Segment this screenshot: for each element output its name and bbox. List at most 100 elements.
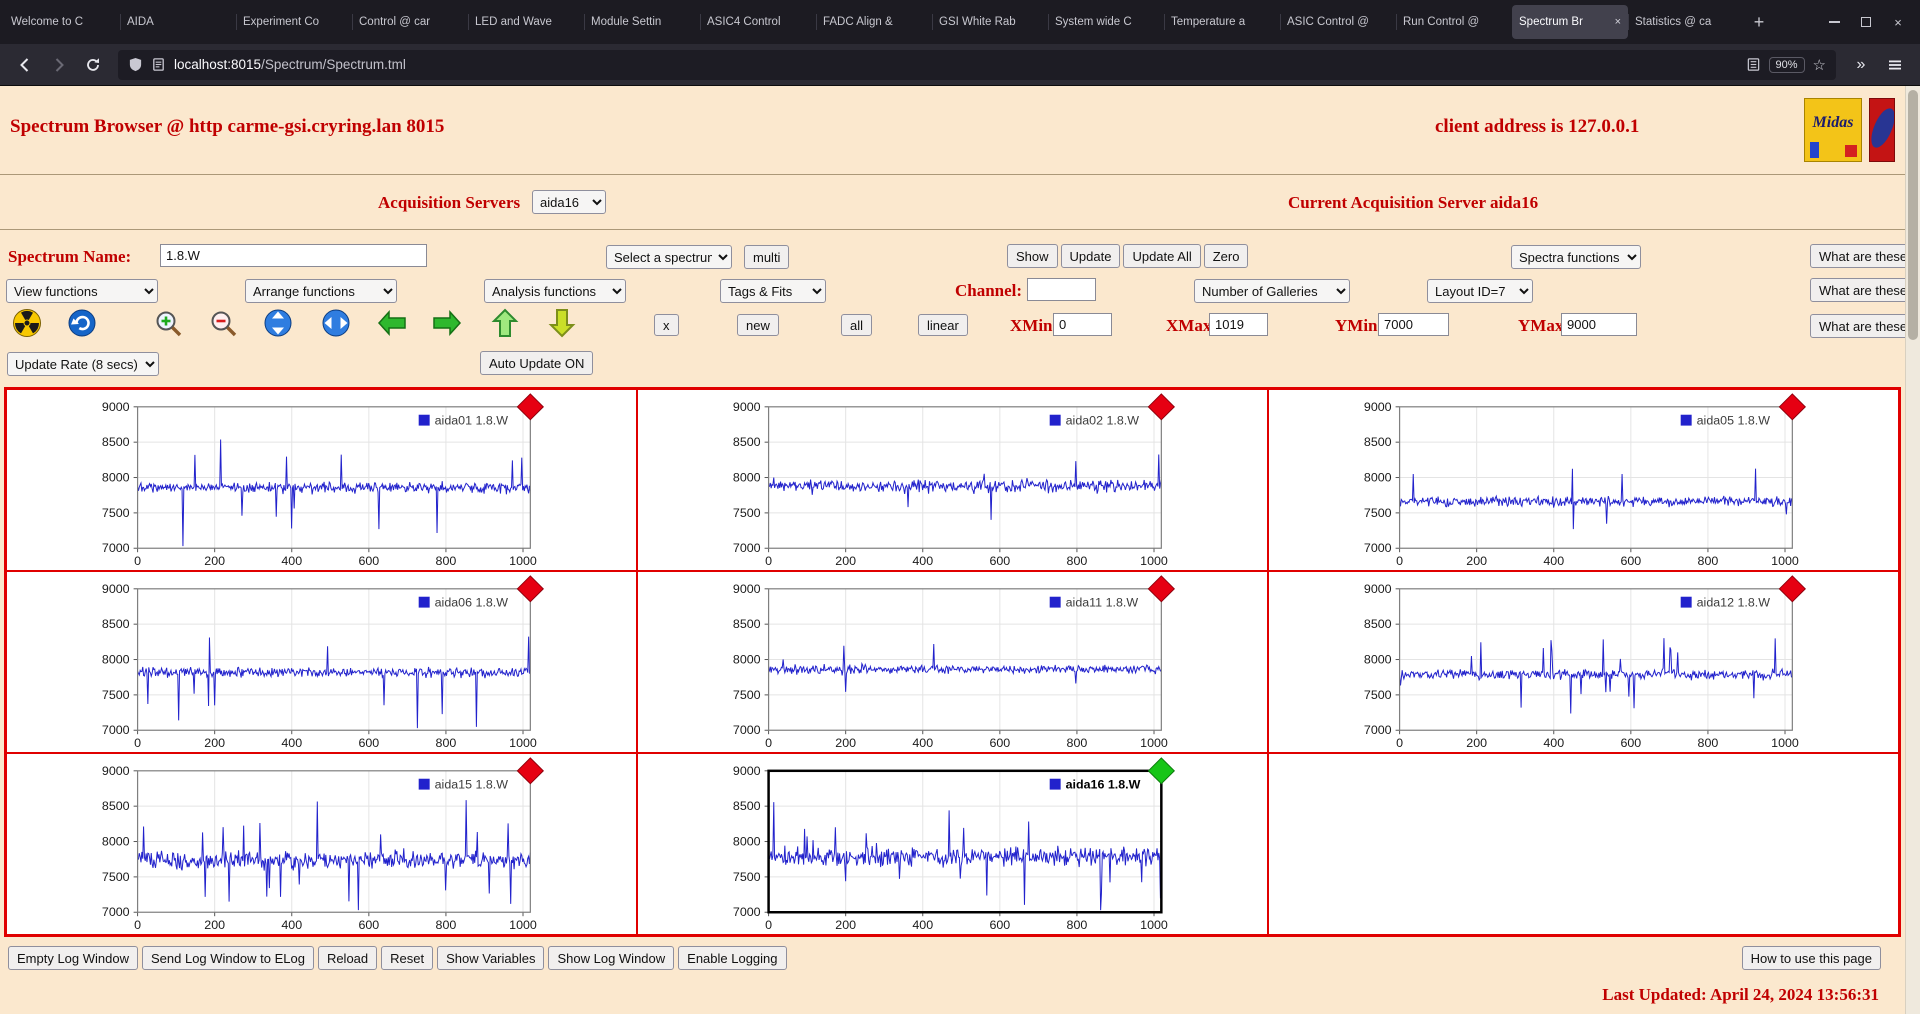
shield-icon[interactable] (128, 57, 143, 72)
tab-close-icon[interactable]: × (1615, 16, 1621, 28)
vertical-scrollbar[interactable] (1905, 86, 1920, 1014)
spectrum-chart-aida01[interactable]: 7000 7500 8000 8500 9000 0 200 400 600 800 1000 aid… (6, 389, 637, 571)
what-are-these-button-1[interactable]: What are these? (1810, 244, 1920, 268)
tags-fits-dropdown[interactable]: Tags & Fits (720, 279, 826, 303)
browser-tab-system-wide-c[interactable]: System wide C (1048, 5, 1164, 39)
ymin-input[interactable] (1378, 313, 1449, 336)
unzoom-y-icon[interactable] (263, 308, 293, 338)
last-updated-text: Last Updated: April 24, 2024 13:56:31 (1602, 985, 1879, 1004)
show-log-window-button[interactable]: Show Log Window (548, 946, 675, 970)
number-of-galleries-dropdown[interactable]: Number of Galleries (1194, 279, 1350, 303)
browser-tab-gsi-white-rab[interactable]: GSI White Rab (932, 5, 1048, 39)
shift-right-icon[interactable] (432, 308, 462, 338)
browser-tab-temperature-a[interactable]: Temperature a (1164, 5, 1280, 39)
show-button[interactable]: Show (1007, 244, 1058, 268)
arrange-functions-dropdown[interactable]: Arrange functions (245, 279, 397, 303)
zero-button[interactable]: Zero (1203, 244, 1249, 268)
x-tick-label: 400 (912, 918, 933, 932)
xmax-input[interactable] (1209, 313, 1268, 336)
browser-tab-module-settin[interactable]: Module Settin (584, 5, 700, 39)
spectrum-name-input[interactable] (160, 244, 427, 267)
close-icon: × (1894, 14, 1902, 30)
expand-y-icon[interactable] (490, 308, 520, 338)
what-are-these-button-2[interactable]: What are these? (1810, 278, 1920, 302)
how-to-use-button[interactable]: How to use this page (1741, 946, 1881, 970)
browser-tab-welcome-to-c[interactable]: Welcome to C (4, 5, 120, 39)
browser-tab-aida[interactable]: AIDA (120, 5, 236, 39)
empty-log-window-button[interactable]: Empty Log Window (8, 946, 138, 970)
overflow-menu-button[interactable]: » (1846, 50, 1876, 80)
spectrum-chart-aida06[interactable]: 7000 7500 8000 8500 9000 0 200 400 600 800 1000 aid… (6, 571, 637, 753)
spectra-functions-dropdown[interactable]: Spectra functions (1511, 245, 1641, 269)
close-button[interactable]: × (1882, 7, 1914, 37)
forward-button[interactable] (44, 50, 74, 80)
browser-tab-led-and-wave[interactable]: LED and Wave (468, 5, 584, 39)
browser-tab-control-car[interactable]: Control @ car (352, 5, 468, 39)
status-diamond-icon[interactable] (516, 393, 544, 421)
new-button[interactable]: new (737, 314, 779, 336)
bookmark-star-icon[interactable]: ☆ (1813, 56, 1826, 74)
browser-tab-fadc-align[interactable]: FADC Align & (816, 5, 932, 39)
status-diamond-icon[interactable] (1147, 757, 1175, 785)
spectrum-chart-aida02[interactable]: 7000 7500 8000 8500 9000 0 200 400 600 800 1000 aid… (637, 389, 1268, 571)
what-are-these-button-3[interactable]: What are these? (1810, 314, 1920, 338)
browser-tab-spectrum-br[interactable]: Spectrum Br × (1512, 5, 1628, 39)
reload-button[interactable]: Reload (317, 946, 378, 970)
send-log-window-to-elog-button[interactable]: Send Log Window to ELog (142, 946, 314, 970)
ymax-input[interactable] (1561, 313, 1637, 336)
zoom-level-badge[interactable]: 90% (1768, 56, 1805, 73)
spectrum-chart-aida12[interactable]: 7000 7500 8000 8500 9000 0 200 400 600 800 1000 aid… (1268, 571, 1899, 753)
update-all-button[interactable]: Update All (1123, 244, 1201, 268)
channel-input[interactable] (1027, 278, 1096, 301)
browser-tab-statistics-ca[interactable]: Statistics @ ca (1628, 5, 1744, 39)
zoom-in-icon[interactable] (153, 308, 183, 338)
show-variables-button[interactable]: Show Variables (437, 946, 545, 970)
status-diamond-icon[interactable] (516, 757, 544, 785)
view-functions-dropdown[interactable]: View functions (6, 279, 158, 303)
update-button[interactable]: Update (1060, 244, 1121, 268)
xmin-input[interactable] (1053, 313, 1112, 336)
reader-mode-icon[interactable] (1746, 57, 1761, 72)
compress-y-icon[interactable] (547, 308, 577, 338)
zoom-out-icon[interactable] (208, 308, 238, 338)
all-button[interactable]: all (841, 314, 873, 336)
spectrum-chart-aida15[interactable]: 7000 7500 8000 8500 9000 0 200 400 600 800 1000 aid… (6, 753, 637, 935)
minimize-button[interactable] (1818, 7, 1850, 37)
scrollbar-thumb[interactable] (1908, 90, 1918, 340)
update-rate-dropdown[interactable]: Update Rate (8 secs) (7, 352, 159, 376)
multi-button[interactable]: multi (744, 245, 790, 269)
shift-left-icon[interactable] (377, 308, 407, 338)
auto-update-button[interactable]: Auto Update ON (480, 351, 594, 375)
reset-button[interactable]: Reset (381, 946, 434, 970)
url-bar[interactable]: localhost:8015/Spectrum/Spectrum.tml 90%… (118, 49, 1836, 80)
spectrum-chart-aida16[interactable]: 7000 7500 8000 8500 9000 0 200 400 600 800 1000 aid… (637, 753, 1268, 935)
status-diamond-icon[interactable] (1147, 393, 1175, 421)
analysis-functions-dropdown[interactable]: Analysis functions (484, 279, 626, 303)
update-spectra-icon[interactable] (67, 308, 97, 338)
reload-button[interactable] (78, 50, 108, 80)
unzoom-x-icon[interactable] (321, 308, 351, 338)
enable-logging-button[interactable]: Enable Logging (678, 946, 787, 970)
browser-tab-run-control[interactable]: Run Control @ (1396, 5, 1512, 39)
browser-tab-experiment-co[interactable]: Experiment Co (236, 5, 352, 39)
status-diamond-icon[interactable] (516, 575, 544, 603)
acquisition-server-select[interactable]: aida16 (532, 190, 606, 214)
spectrum-chart-aida11[interactable]: 7000 7500 8000 8500 9000 0 200 400 600 800 1000 aid… (637, 571, 1268, 753)
app-menu-button[interactable] (1880, 50, 1910, 80)
radiation-icon[interactable] (12, 308, 42, 338)
status-diamond-icon[interactable] (1147, 575, 1175, 603)
back-button[interactable] (10, 50, 40, 80)
new-tab-button[interactable]: + (1744, 7, 1774, 37)
browser-tab-asic4-control[interactable]: ASIC4 Control (700, 5, 816, 39)
x-axis-button[interactable]: x (654, 314, 679, 336)
layout-id-dropdown[interactable]: Layout ID=7 (1427, 279, 1533, 303)
linear-button[interactable]: linear (918, 314, 968, 336)
select-spectrum-dropdown[interactable]: Select a spectrum (606, 245, 732, 269)
spectrum-chart-aida05[interactable]: 7000 7500 8000 8500 9000 0 200 400 600 800 1000 aid… (1268, 389, 1899, 571)
status-diamond-icon[interactable] (1778, 393, 1806, 421)
status-diamond-icon[interactable] (1778, 575, 1806, 603)
tab-label: System wide C (1055, 16, 1132, 28)
page-info-icon[interactable] (151, 57, 166, 72)
maximize-button[interactable] (1850, 7, 1882, 37)
browser-tab-asic-control[interactable]: ASIC Control @ (1280, 5, 1396, 39)
